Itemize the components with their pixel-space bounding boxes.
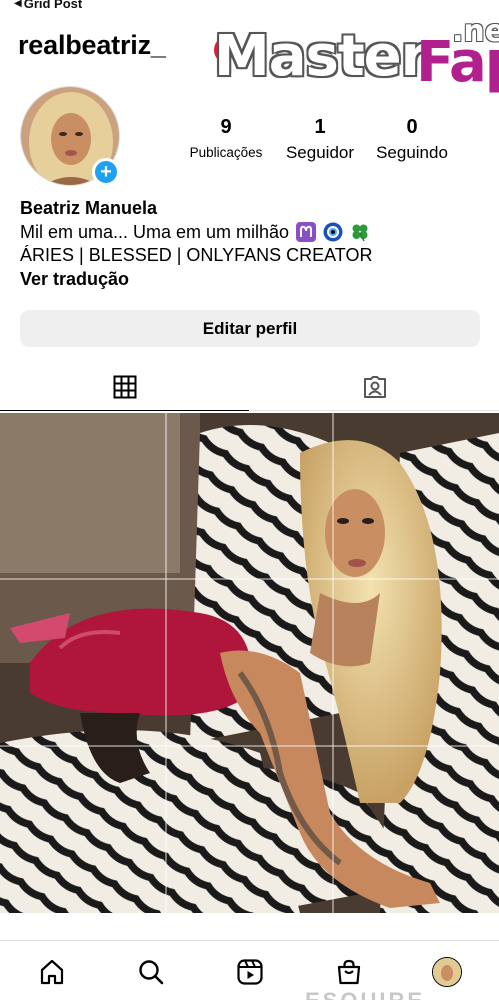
post-thumbnail[interactable] <box>0 580 166 746</box>
bio-line-1: Mil em uma... Uma em um milhão <box>20 221 480 245</box>
stat-posts-value: 9 <box>220 116 232 138</box>
stat-posts-label: Publicações <box>189 145 263 160</box>
nav-reels[interactable] <box>235 957 265 987</box>
nav-profile[interactable] <box>432 957 462 987</box>
display-name: Beatriz Manuela <box>20 198 158 218</box>
evil-eye-icon <box>323 222 343 241</box>
home-icon <box>40 959 64 985</box>
aries-icon <box>296 221 317 242</box>
username[interactable]: realbeatriz_ <box>18 30 166 61</box>
search-icon <box>139 960 164 985</box>
stat-following-value: 0 <box>406 116 418 138</box>
post-thumbnail[interactable] <box>167 580 333 746</box>
stat-followers[interactable]: 1 Seguidor <box>276 116 364 163</box>
grid-icon <box>113 375 136 398</box>
profile-stats: 9 Publicações 1 Seguidor 0 Seguindo <box>180 116 470 166</box>
tagged-user-icon <box>363 375 386 398</box>
post-thumbnail[interactable] <box>0 747 166 913</box>
back-link[interactable]: ◀ Grid Post <box>14 0 82 11</box>
watermark-fap: Fap <box>416 30 499 95</box>
profile-avatar-small <box>432 957 462 987</box>
stat-following[interactable]: 0 Seguindo <box>368 116 456 163</box>
watermark-logo: Master .net Fap <box>194 14 499 98</box>
stat-followers-value: 1 <box>314 116 326 138</box>
shop-icon <box>337 959 361 985</box>
profile-tabs <box>0 363 499 411</box>
profile-avatar-container[interactable]: + <box>20 86 120 186</box>
edit-profile-button[interactable]: Editar perfil <box>20 310 480 347</box>
stat-posts[interactable]: 9 Publicações <box>183 116 269 160</box>
tab-tagged[interactable] <box>250 363 499 411</box>
watermark-master: Master <box>214 24 428 89</box>
nav-shop[interactable] <box>334 957 364 987</box>
post-thumbnail[interactable] <box>334 413 499 579</box>
status-bar: ◀ Grid Post <box>0 0 499 14</box>
back-arrow-icon: ◀ <box>14 0 22 9</box>
stat-following-label: Seguindo <box>376 143 448 162</box>
post-thumbnail[interactable] <box>167 413 333 579</box>
tab-grid[interactable] <box>0 363 249 411</box>
bio-line-2: ÁRIES | BLESSED | ONLYFANS CREATOR <box>20 245 373 265</box>
posts-grid <box>0 413 499 913</box>
stat-followers-label: Seguidor <box>285 143 355 162</box>
post-thumbnail[interactable] <box>167 747 333 913</box>
profile-bio: Beatriz Manuela Mil em uma... Uma em um … <box>20 197 480 291</box>
profile-header: realbeatriz_ Master .net Fap <box>18 14 499 95</box>
reels-icon <box>237 959 263 985</box>
add-story-icon[interactable]: + <box>92 158 120 186</box>
translate-link[interactable]: Ver tradução <box>20 268 480 292</box>
post-thumbnail[interactable] <box>334 580 499 746</box>
nav-search[interactable] <box>136 957 166 987</box>
four-leaf-clover-icon <box>352 224 368 241</box>
post-thumbnail[interactable] <box>0 413 166 579</box>
partial-footer-text: ESQUIRE <box>305 988 425 1000</box>
nav-home[interactable] <box>37 957 67 987</box>
back-label: Grid Post <box>23 0 83 11</box>
bio-text-1: Mil em uma... Uma em um milhão <box>20 221 290 242</box>
post-thumbnail[interactable] <box>334 747 499 913</box>
